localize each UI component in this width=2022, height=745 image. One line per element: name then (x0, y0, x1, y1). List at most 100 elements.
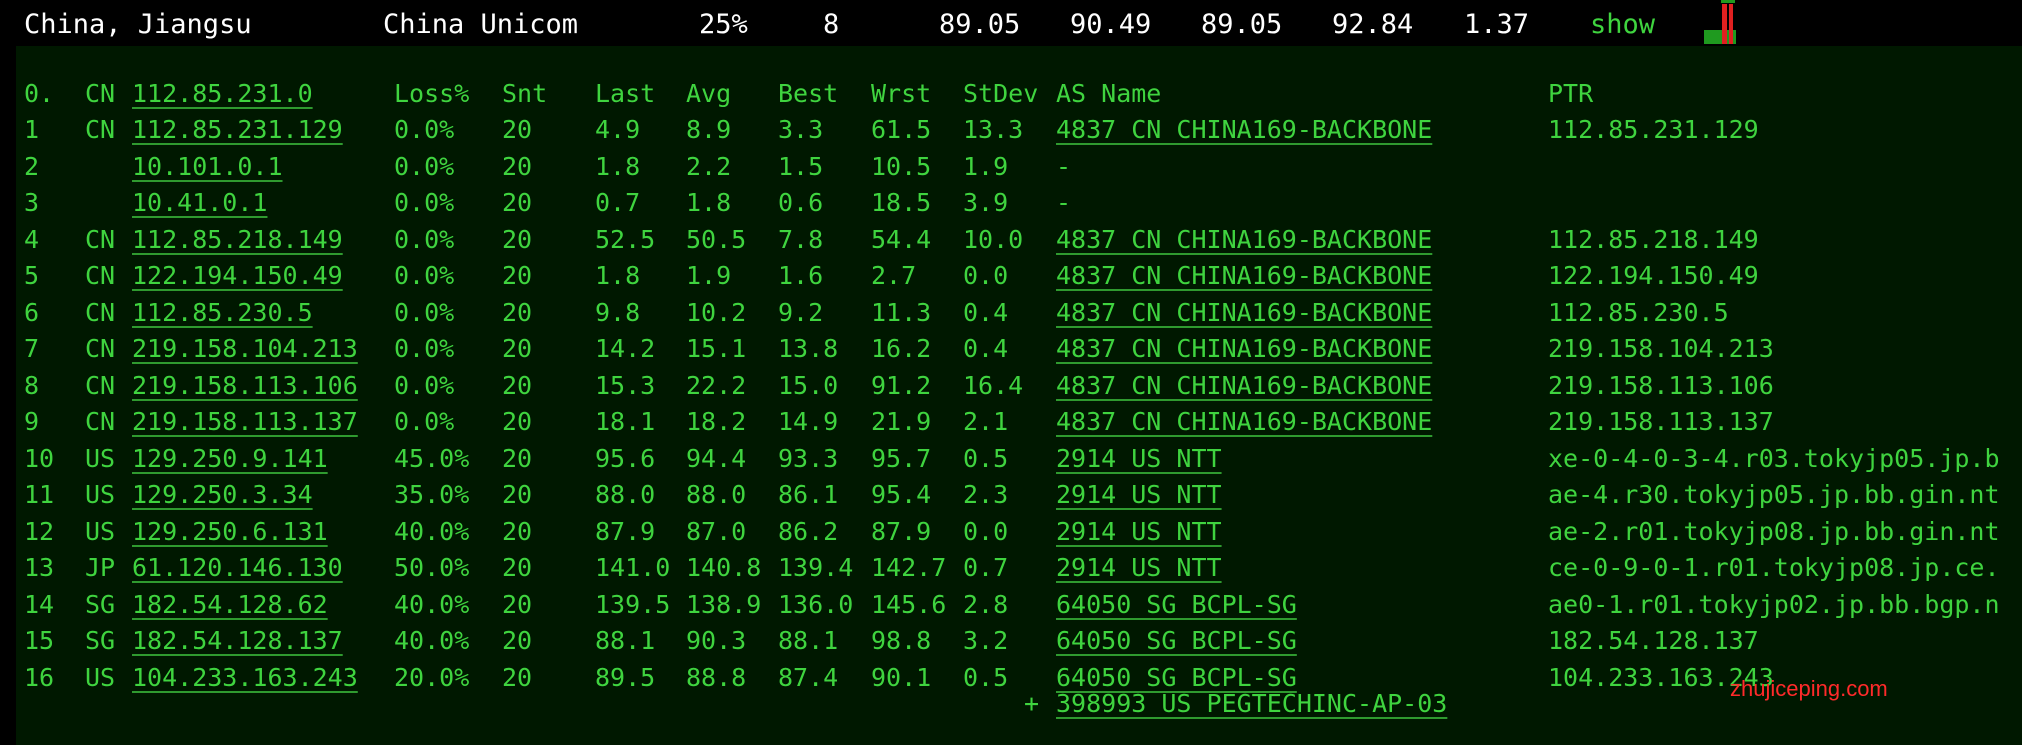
hop-stdev: 1.9 (963, 151, 1009, 181)
hop-snt: 20 (502, 480, 533, 509)
hop-snt: 20 (502, 297, 533, 327)
hop-avg: 18.2 (686, 407, 747, 436)
hop-host-link[interactable]: 219.158.113.137 (132, 404, 358, 440)
hop-index: 15 (24, 626, 55, 655)
hop-index: 9 (24, 407, 40, 436)
hop-wrst: 18.5 (871, 188, 932, 217)
hop-avg: 8.9 (686, 115, 732, 144)
hop-stdev: 0.7 (963, 553, 1009, 582)
hop-as-link[interactable]: 2914 US NTT (1056, 550, 1222, 586)
hop-host-link[interactable]: 219.158.113.106 (132, 368, 358, 404)
hop-as-link[interactable]: 2914 US NTT (1056, 441, 1222, 477)
header-index: 0. (24, 79, 55, 108)
hop-host-link[interactable]: 219.158.104.213 (132, 331, 358, 367)
hop-avg: 90.3 (686, 626, 747, 655)
hop-stdev: 3.2 (963, 626, 1009, 655)
hop-as-link[interactable]: 4837 CN CHINA169-BACKBONE (1056, 295, 1432, 331)
hop-last: 15.3 (595, 370, 656, 400)
hop-snt: 20 (502, 115, 533, 144)
hop-ptr: ae0-1.r01.tokyjp02.jp.bb.bgp.n (1548, 589, 2000, 619)
hop-index: 1 (24, 115, 40, 144)
hop-host-link[interactable]: 129.250.9.141 (132, 441, 328, 477)
show-link[interactable]: show (1590, 8, 1655, 42)
hop-ptr: xe-0-4-0-3-4.r03.tokyjp05.jp.b (1548, 443, 2000, 473)
hop-best: 86.1 (778, 480, 839, 509)
hop-as-link[interactable]: 2914 US NTT (1056, 514, 1222, 550)
hop-country: CN (85, 297, 116, 327)
hop-as-link[interactable]: 4837 CN CHINA169-BACKBONE (1056, 258, 1432, 294)
hop-wrst: 91.2 (871, 370, 932, 400)
hop-as-link[interactable]: 2914 US NTT (1056, 477, 1222, 513)
hop-snt: 20 (502, 443, 533, 473)
hop-as-link[interactable]: 4837 CN CHINA169-BACKBONE (1056, 222, 1432, 258)
header-host-link[interactable]: 112.85.231.0 (132, 76, 313, 112)
hop-stdev: 0.5 (963, 443, 1009, 473)
hop-loss: 40.0% (394, 626, 470, 655)
hop-ptr: ae-4.r30.tokyjp05.jp.bb.gin.nt (1548, 480, 2000, 509)
hop-as-link[interactable]: 4837 CN CHINA169-BACKBONE (1056, 112, 1432, 148)
header-avg: Avg (686, 79, 732, 108)
hop-stdev: 2.3 (963, 480, 1009, 509)
hop-host-link[interactable]: 122.194.150.49 (132, 258, 343, 294)
hop-ptr: 112.85.218.149 (1548, 224, 1759, 254)
summary-avg: 90.49 (1070, 9, 1152, 40)
hop-stdev: 2.8 (963, 589, 1009, 619)
hop-index: 6 (24, 297, 40, 327)
hop-last: 88.0 (595, 480, 656, 509)
hop-as-link[interactable]: 4837 CN CHINA169-BACKBONE (1056, 368, 1432, 404)
hop-host-link[interactable]: 112.85.231.129 (132, 112, 343, 148)
hop-index: 7 (24, 334, 40, 363)
hop-last: 1.8 (595, 151, 641, 181)
hop-loss: 0.0% (394, 297, 455, 327)
hop-country: CN (85, 370, 116, 400)
hop-last: 18.1 (595, 407, 656, 436)
hop-wrst: 142.7 (871, 553, 947, 582)
hop-host-link[interactable]: 104.233.163.243 (132, 660, 358, 696)
summary-last: 89.05 (939, 9, 1021, 40)
hop-avg: 94.4 (686, 443, 747, 473)
hop-country: CN (85, 261, 116, 290)
hop-stdev: 3.9 (963, 188, 1009, 217)
hop-last: 14.2 (595, 334, 656, 363)
hop-host-link[interactable]: 112.85.218.149 (132, 222, 343, 258)
hop-host-link[interactable]: 182.54.128.137 (132, 623, 343, 659)
extra-prefix: + (1024, 689, 1040, 718)
hop-loss: 0.0% (394, 334, 455, 363)
hop-best: 139.4 (778, 553, 854, 582)
hop-as-link: - (1056, 151, 1072, 181)
header-country: CN (85, 79, 116, 108)
hop-last: 89.5 (595, 662, 656, 692)
hop-index: 4 (24, 224, 40, 254)
summary-stdev: 1.37 (1464, 9, 1530, 40)
hop-country: JP (85, 553, 116, 582)
hop-as-link[interactable]: 4837 CN CHINA169-BACKBONE (1056, 331, 1432, 367)
hop-host-link[interactable]: 182.54.128.62 (132, 587, 328, 623)
header-best: Best (778, 79, 839, 108)
hop-wrst: 16.2 (871, 334, 932, 363)
hop-country: US (85, 480, 116, 509)
hop-avg: 50.5 (686, 224, 747, 254)
hop-loss: 0.0% (394, 224, 455, 254)
hop-host-link[interactable]: 10.101.0.1 (132, 149, 283, 185)
hop-index: 13 (24, 553, 55, 582)
hop-as-link[interactable]: 64050 SG BCPL-SG (1056, 587, 1297, 623)
hop-best: 9.2 (778, 297, 824, 327)
hop-best: 93.3 (778, 443, 839, 473)
hop-host-link[interactable]: 129.250.6.131 (132, 514, 328, 550)
hop-host-link[interactable]: 129.250.3.34 (132, 477, 313, 513)
hop-loss: 40.0% (394, 589, 470, 619)
hop-wrst: 2.7 (871, 261, 917, 290)
hop-host-link[interactable]: 10.41.0.1 (132, 185, 267, 221)
hop-host-link[interactable]: 112.85.230.5 (132, 295, 313, 331)
header-loss: Loss% (394, 79, 470, 108)
hop-as-link[interactable]: 64050 SG BCPL-SG (1056, 623, 1297, 659)
hop-ptr: 112.85.231.129 (1548, 115, 1759, 144)
hop-index: 3 (24, 188, 40, 217)
hop-index: 14 (24, 589, 55, 619)
hop-country: SG (85, 626, 116, 655)
hop-best: 87.4 (778, 662, 839, 692)
hop-as-link[interactable]: 4837 CN CHINA169-BACKBONE (1056, 404, 1432, 440)
extra-as-link[interactable]: 398993 US PEGTECHINC-AP-03 (1056, 686, 1447, 722)
hop-avg: 2.2 (686, 151, 732, 181)
hop-host-link[interactable]: 61.120.146.130 (132, 550, 343, 586)
